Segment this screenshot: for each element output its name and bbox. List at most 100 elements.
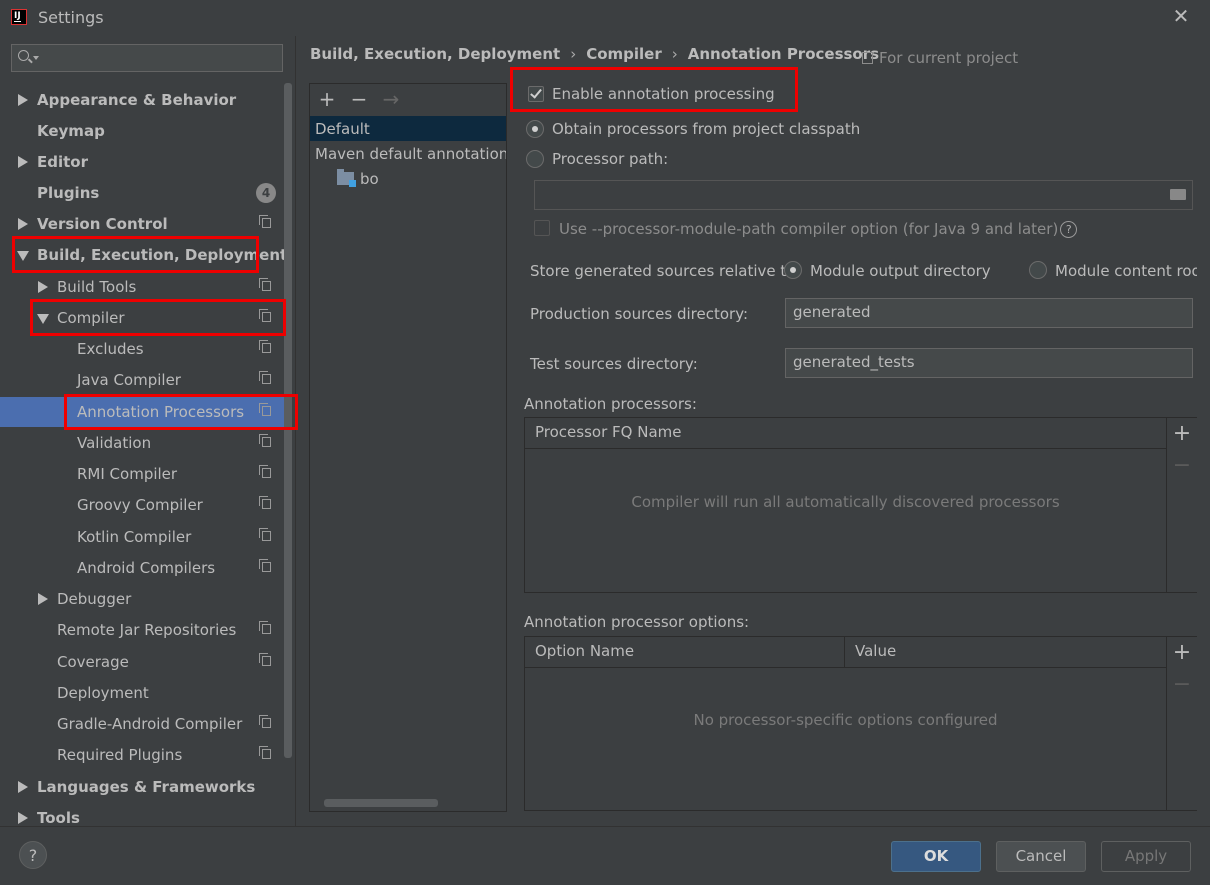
obtain-from-classpath-radio[interactable] bbox=[526, 120, 544, 138]
help-icon[interactable]: ? bbox=[1060, 221, 1078, 238]
sidebar-item-gradle-android-compiler[interactable]: Gradle-Android Compiler bbox=[0, 709, 284, 739]
breadcrumb-separator: › bbox=[570, 45, 577, 63]
project-scope-icon bbox=[259, 340, 271, 353]
project-scope-icon bbox=[259, 621, 271, 634]
sidebar-item-coverage[interactable]: Coverage bbox=[0, 647, 284, 677]
sidebar-item-label: Java Compiler bbox=[77, 371, 181, 389]
sidebar-item-rmi-compiler[interactable]: RMI Compiler bbox=[0, 459, 284, 489]
table-header: Processor FQ Name bbox=[525, 418, 1166, 449]
breadcrumb-item[interactable]: Build, Execution, Deployment bbox=[310, 45, 560, 63]
processor-module-path-checkbox[interactable] bbox=[534, 220, 550, 236]
folder-open-icon[interactable] bbox=[1170, 189, 1186, 200]
processor-path-input[interactable] bbox=[534, 180, 1193, 210]
profiles-panel: + − → Default Maven default annotation p… bbox=[309, 83, 507, 812]
profiles-toolbar: + − → bbox=[310, 84, 506, 114]
test-sources-label: Test sources directory: bbox=[530, 355, 698, 373]
sidebar-item-validation[interactable]: Validation bbox=[0, 428, 284, 458]
sidebar-item-required-plugins[interactable]: Required Plugins bbox=[0, 740, 284, 770]
sidebar-item-label: RMI Compiler bbox=[77, 465, 178, 483]
sidebar-item-plugins[interactable]: Plugins 4 bbox=[0, 178, 284, 208]
sidebar-scrollbar[interactable] bbox=[284, 83, 292, 758]
sidebar-item-java-compiler[interactable]: Java Compiler bbox=[0, 365, 284, 395]
module-content-root-label: Module content root bbox=[1055, 262, 1197, 280]
sidebar-item-label: Required Plugins bbox=[57, 746, 183, 764]
empty-table-text: No processor-specific options configured bbox=[693, 711, 998, 729]
processor-options-title: Annotation processor options: bbox=[524, 613, 750, 631]
production-sources-input[interactable]: generated bbox=[785, 298, 1193, 328]
sidebar-item-label: Version Control bbox=[37, 215, 168, 233]
sidebar-item-compiler[interactable]: Compiler bbox=[0, 303, 284, 333]
sidebar-item-editor[interactable]: Editor bbox=[0, 147, 284, 177]
sidebar-item-groovy-compiler[interactable]: Groovy Compiler bbox=[0, 490, 284, 520]
sidebar-item-label: Keymap bbox=[37, 122, 105, 140]
breadcrumb: Build, Execution, Deployment › Compiler › An… bbox=[310, 44, 879, 66]
help-button[interactable]: ? bbox=[19, 841, 47, 869]
sidebar-item-excludes[interactable]: Excludes bbox=[0, 334, 284, 364]
column-divider[interactable] bbox=[844, 637, 845, 667]
sidebar-item-debugger[interactable]: Debugger bbox=[0, 584, 284, 614]
options-table-toolbar: + − bbox=[1166, 637, 1197, 810]
add-option-button[interactable]: + bbox=[1167, 641, 1197, 665]
project-scope-icon bbox=[259, 215, 271, 228]
sidebar-item-build-execution-deployment[interactable]: Build, Execution, Deployment bbox=[0, 240, 288, 270]
close-icon[interactable]: ✕ bbox=[1170, 5, 1192, 27]
sidebar-item-keymap[interactable]: Keymap bbox=[0, 116, 284, 146]
ok-button[interactable]: OK bbox=[891, 841, 981, 872]
sidebar-item-languages-frameworks[interactable]: Languages & Frameworks bbox=[0, 772, 284, 802]
sidebar-item-annotation-processors[interactable]: Annotation Processors bbox=[0, 397, 284, 427]
test-sources-input[interactable]: generated_tests bbox=[785, 348, 1193, 378]
processor-path-radio[interactable] bbox=[526, 150, 544, 168]
remove-processor-button[interactable]: − bbox=[1167, 454, 1197, 478]
sidebar-item-label: Languages & Frameworks bbox=[37, 778, 256, 796]
move-profile-button[interactable]: → bbox=[380, 88, 402, 110]
sidebar-item-label: Validation bbox=[77, 434, 152, 452]
profiles-horizontal-scrollbar[interactable] bbox=[324, 799, 438, 807]
add-processor-button[interactable]: + bbox=[1167, 422, 1197, 446]
production-sources-label: Production sources directory: bbox=[530, 305, 749, 323]
add-profile-button[interactable]: + bbox=[316, 88, 338, 110]
breadcrumb-separator: › bbox=[671, 45, 678, 63]
expand-arrow-icon bbox=[18, 812, 28, 824]
sidebar-item-remote-jar-repositories[interactable]: Remote Jar Repositories bbox=[0, 615, 284, 645]
sidebar-item-version-control[interactable]: Version Control bbox=[0, 209, 284, 239]
profile-item-label: bo bbox=[360, 170, 379, 188]
sidebar-item-build-tools[interactable]: Build Tools bbox=[0, 272, 284, 302]
dialog-footer: ? OK Cancel Apply bbox=[0, 826, 1210, 885]
sidebar-item-label: Build, Execution, Deployment bbox=[37, 246, 288, 264]
option-name-column[interactable]: Option Name bbox=[535, 642, 634, 660]
production-sources-value: generated bbox=[793, 303, 871, 321]
profile-item-module[interactable]: bo bbox=[310, 166, 506, 191]
module-content-root-radio[interactable] bbox=[1029, 261, 1047, 279]
profile-item-default[interactable]: Default bbox=[310, 116, 506, 141]
cancel-button[interactable]: Cancel bbox=[996, 841, 1086, 872]
project-scope-icon bbox=[259, 371, 271, 384]
sidebar-item-kotlin-compiler[interactable]: Kotlin Compiler bbox=[0, 522, 284, 552]
apply-button[interactable]: Apply bbox=[1101, 841, 1191, 872]
remove-option-button[interactable]: − bbox=[1167, 673, 1197, 697]
sidebar-item-label: Gradle-Android Compiler bbox=[57, 715, 243, 733]
processor-fq-name-column[interactable]: Processor FQ Name bbox=[535, 423, 681, 441]
breadcrumb-item[interactable]: Compiler bbox=[586, 45, 662, 63]
search-input[interactable] bbox=[11, 44, 283, 72]
annotation-processors-title: Annotation processors: bbox=[524, 395, 697, 413]
module-output-directory-radio[interactable] bbox=[784, 261, 802, 279]
store-sources-label: Store generated sources relative to: bbox=[530, 262, 801, 280]
module-folder-icon bbox=[337, 169, 356, 187]
collapse-arrow-icon bbox=[37, 314, 49, 324]
enable-annotation-processing-checkbox[interactable] bbox=[528, 86, 544, 102]
remove-profile-button[interactable]: − bbox=[348, 88, 370, 110]
profile-item-label: Default bbox=[315, 120, 370, 138]
search-icon bbox=[18, 50, 29, 61]
sidebar-item-deployment[interactable]: Deployment bbox=[0, 678, 284, 708]
sidebar-item-appearance-behavior[interactable]: Appearance & Behavior bbox=[0, 85, 284, 115]
table-header: Option Name Value bbox=[525, 637, 1166, 668]
project-scope-icon bbox=[259, 278, 271, 291]
annotation-processors-table: Processor FQ Name Compiler will run all … bbox=[524, 417, 1197, 593]
project-scope-icon bbox=[259, 653, 271, 666]
sidebar-item-label: Remote Jar Repositories bbox=[57, 621, 237, 639]
sidebar-item-tools[interactable]: Tools bbox=[0, 803, 284, 826]
sidebar-item-android-compilers[interactable]: Android Compilers bbox=[0, 553, 284, 583]
profile-item-maven-default[interactable]: Maven default annotation p bbox=[310, 141, 506, 166]
value-column[interactable]: Value bbox=[855, 642, 896, 660]
obtain-from-classpath-label: Obtain processors from project classpath bbox=[552, 120, 861, 138]
